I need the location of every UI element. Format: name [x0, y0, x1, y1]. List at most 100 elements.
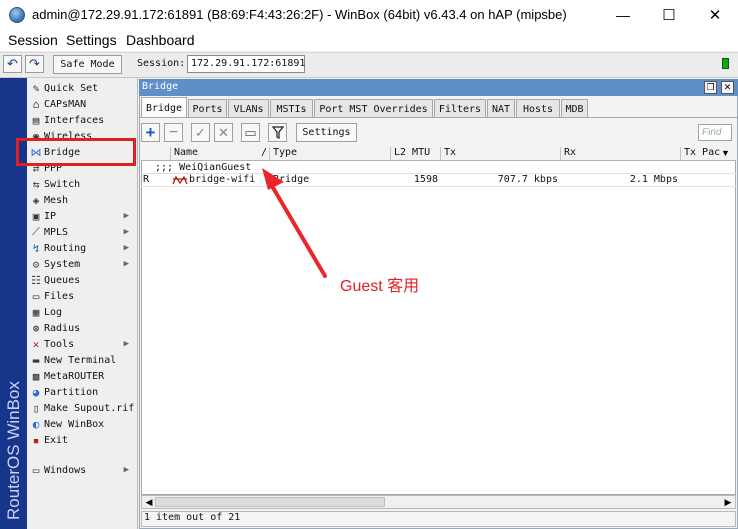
menu-settings[interactable]: Settings	[66, 32, 117, 48]
sidebar-item-new-winbox[interactable]: ◐ New WinBox	[27, 416, 137, 432]
connection-status-icon	[722, 58, 729, 69]
exit-icon: ▪	[32, 433, 40, 447]
radius-icon: ⊛	[32, 321, 40, 335]
tab-bridge[interactable]: Bridge	[141, 97, 187, 118]
filter-icon	[271, 126, 284, 139]
item-count-status: 1 item out of 21	[144, 512, 241, 523]
interfaces-icon: ▤	[32, 113, 40, 127]
tab-ports[interactable]: Ports	[188, 99, 227, 118]
menu-session[interactable]: Session	[8, 32, 58, 48]
filter-button[interactable]	[268, 123, 287, 142]
sidebar-item-quick-set[interactable]: ✎ Quick Set	[27, 80, 137, 96]
bridge-window-title: Bridge	[142, 81, 179, 92]
sidebar-item-routing[interactable]: ↯ Routing ▶	[27, 240, 137, 256]
sidebar-item-metarouter[interactable]: ▩ MetaROUTER	[27, 368, 137, 384]
sidebar-item-capsman[interactable]: ⌂ CAPsMAN	[27, 96, 137, 112]
tab-port-mst-overrides[interactable]: Port MST Overrides	[314, 99, 433, 118]
sidebar-item-system[interactable]: ⚙ System ▶	[27, 256, 137, 272]
tab-mdb[interactable]: MDB	[561, 99, 588, 118]
sidebar-item-label: Files	[44, 290, 75, 302]
sidebar-item-partition[interactable]: ◕ Partition	[27, 384, 137, 400]
redo-icon: ↷	[29, 56, 40, 71]
tab-mstis[interactable]: MSTIs	[270, 99, 313, 118]
sidebar-item-label: Radius	[44, 322, 81, 334]
row-rx: 2.1 Mbps	[629, 174, 678, 185]
tab-filters[interactable]: Filters	[434, 99, 486, 118]
minimize-button[interactable]: —	[600, 0, 646, 30]
sidebar-item-label: Tools	[44, 338, 75, 350]
row-name: bridge-wifi	[189, 174, 256, 185]
sidebar-item-label: MetaROUTER	[44, 370, 105, 382]
system-icon: ⚙	[32, 257, 40, 271]
maximize-icon: ☐	[662, 7, 676, 24]
sidebar-item-ip[interactable]: ▣ IP ▶	[27, 208, 137, 224]
metarouter-icon: ▩	[32, 369, 40, 383]
sidebar-item-label: IP	[44, 210, 57, 222]
sidebar-item-label: MPLS	[44, 226, 69, 238]
sidebar-item-label: New WinBox	[44, 418, 105, 430]
files-icon: ▭	[32, 289, 40, 303]
sidebar-item-radius[interactable]: ⊛ Radius	[27, 320, 137, 336]
disable-button[interactable]: ✕	[214, 123, 233, 142]
quickset-icon: ✎	[32, 81, 40, 95]
x-icon: ✕	[218, 124, 229, 140]
undo-button[interactable]: ↶	[3, 55, 22, 73]
tab-divider	[139, 117, 738, 118]
tab-hosts[interactable]: Hosts	[516, 99, 560, 118]
bridge-restore-button[interactable]: ❐	[704, 81, 717, 94]
tab-nat[interactable]: NAT	[487, 99, 515, 118]
menu-dashboard[interactable]: Dashboard	[126, 32, 195, 48]
redo-button[interactable]: ↷	[25, 55, 44, 73]
maximize-button[interactable]: ☐	[646, 0, 692, 30]
minimize-icon: —	[616, 7, 630, 23]
safe-mode-button[interactable]: Safe Mode	[53, 55, 122, 74]
sidebar-item-label: Mesh	[44, 194, 69, 206]
scroll-left-icon[interactable]: ◀	[143, 496, 155, 508]
sidebar-item-queues[interactable]: ☷ Queues	[27, 272, 137, 288]
undo-icon: ↶	[7, 56, 18, 71]
sidebar-item-mpls[interactable]: ⟋ MPLS ▶	[27, 224, 137, 240]
session-label: Session:	[137, 58, 186, 69]
add-button[interactable]: +	[141, 123, 160, 142]
sidebar-item-mesh[interactable]: ◈ Mesh	[27, 192, 137, 208]
tab-vlans[interactable]: VLANs	[228, 99, 269, 118]
submenu-arrow-icon: ▶	[123, 339, 129, 349]
annotation-label: Guest 客用	[340, 278, 420, 295]
remove-button[interactable]: −	[164, 123, 183, 142]
supout-icon: ▯	[32, 401, 40, 415]
sidebar-item-interfaces[interactable]: ▤ Interfaces	[27, 112, 137, 128]
column-l2mtu[interactable]: L2 MTU	[390, 147, 440, 160]
scroll-thumb[interactable]	[155, 497, 385, 507]
partition-icon: ◕	[32, 385, 40, 399]
sidebar-item-make-supout-rif[interactable]: ▯ Make Supout.rif	[27, 400, 137, 416]
sidebar-item-log[interactable]: ▦ Log	[27, 304, 137, 320]
comment-row: ;;; WeiQianGuest	[155, 162, 252, 173]
sidebar-item-label: Exit	[44, 434, 69, 446]
sidebar-item-label: Partition	[44, 386, 99, 398]
close-window-button[interactable]: ✕	[692, 0, 738, 30]
comment-button[interactable]: ▭	[241, 123, 260, 142]
column-menu-icon[interactable]: ▼	[721, 148, 730, 158]
sidebar-item-new-terminal[interactable]: ▬ New Terminal	[27, 352, 137, 368]
scroll-right-icon[interactable]: ▶	[722, 496, 734, 508]
column-type[interactable]: Type	[269, 147, 390, 160]
submenu-arrow-icon: ▶	[123, 259, 129, 269]
sidebar-item-label: Queues	[44, 274, 81, 286]
windows-icon: ▭	[32, 463, 40, 477]
column-txpac[interactable]: Tx Pac	[680, 147, 720, 160]
column-rx[interactable]: Rx	[560, 147, 680, 160]
find-input[interactable]: Find	[698, 124, 732, 141]
session-field[interactable]: 172.29.91.172:61891	[187, 55, 305, 73]
enable-button[interactable]: ✓	[191, 123, 210, 142]
settings-button[interactable]: Settings	[296, 123, 357, 142]
sidebar-item-tools[interactable]: ✕ Tools ▶	[27, 336, 137, 352]
sidebar-item-exit[interactable]: ▪ Exit	[27, 432, 137, 448]
sidebar-item-files[interactable]: ▭ Files	[27, 288, 137, 304]
sidebar-item-windows[interactable]: ▭ Windows ▶	[27, 462, 137, 478]
ip-icon: ▣	[32, 209, 40, 223]
sidebar-item-switch[interactable]: ⇆ Switch	[27, 176, 137, 192]
column-name[interactable]: Name	[170, 147, 258, 160]
column-tx[interactable]: Tx	[440, 147, 560, 160]
bridge-close-button[interactable]: ✕	[721, 81, 734, 94]
check-icon: ✓	[195, 124, 206, 140]
